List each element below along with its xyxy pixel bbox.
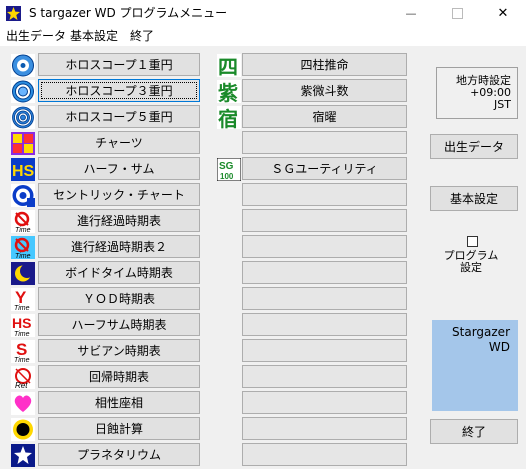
yod-time-icon: Y Time [11, 288, 35, 311]
svg-text:四: 四 [218, 55, 238, 77]
svg-text:Time: Time [14, 331, 30, 337]
left-button-15[interactable]: プラネタリウム [38, 443, 200, 466]
timezone-display: 地方時設定 +09:00 JST [436, 67, 518, 119]
right-empty-button-3[interactable] [242, 131, 407, 154]
horoscope-triple-wheel-icon [11, 80, 35, 103]
left-button-7[interactable]: 進行経過時期表２ [38, 235, 200, 258]
menu-settings[interactable]: 基本設定 [70, 28, 118, 44]
right-empty-button-15[interactable] [242, 443, 407, 466]
brand-panel: Stargazer WD [432, 320, 518, 411]
title-bar: S targazer WD プログラムメニュー — ✕ [0, 0, 526, 27]
right-button-1[interactable]: 紫微斗数 [242, 79, 407, 102]
right-empty-button-5[interactable] [242, 183, 407, 206]
menu-birth-data[interactable]: 出生データ [6, 28, 66, 44]
ziwei-icon: 紫 [217, 80, 241, 103]
maximize-icon [451, 8, 463, 19]
right-empty-button-11[interactable] [242, 339, 407, 362]
svg-text:HS: HS [12, 163, 35, 180]
right-empty-button-7[interactable] [242, 235, 407, 258]
compatibility-heart-icon [11, 392, 35, 415]
svg-text:SG: SG [219, 161, 234, 172]
left-button-14[interactable]: 日蝕計算 [38, 417, 200, 440]
timezone-code: JST [494, 98, 511, 111]
right-empty-button-8[interactable] [242, 261, 407, 284]
right-empty-button-14[interactable] [242, 417, 407, 440]
left-button-13[interactable]: 相性座相 [38, 391, 200, 414]
sg-utility-icon: SG 100 [217, 158, 241, 181]
brand-name: Stargazer [452, 325, 510, 339]
eclipse-icon [11, 418, 35, 441]
right-button-2[interactable]: 宿曜 [242, 105, 407, 128]
left-button-5[interactable]: セントリック・チャート [38, 183, 200, 206]
svg-text:Time: Time [15, 253, 31, 259]
right-empty-button-10[interactable] [242, 313, 407, 336]
svg-text:Time: Time [14, 305, 30, 311]
svg-text:Time: Time [15, 227, 31, 233]
charts-icon [11, 132, 35, 155]
left-button-3[interactable]: チャーツ [38, 131, 200, 154]
svg-text:HS: HS [12, 315, 31, 331]
left-button-1[interactable]: ホロスコープ３重円 [38, 79, 200, 102]
exit-button[interactable]: 終了 [430, 419, 518, 444]
left-button-0[interactable]: ホロスコープ１重円 [38, 53, 200, 76]
sukuyo-icon: 宿 [217, 106, 241, 129]
planetarium-icon [11, 444, 35, 467]
maximize-button[interactable] [434, 0, 480, 27]
brand-suffix: WD [488, 340, 510, 354]
right-empty-button-12[interactable] [242, 365, 407, 388]
right-empty-button-9[interactable] [242, 287, 407, 310]
right-empty-button-13[interactable] [242, 391, 407, 414]
minimize-button[interactable]: — [388, 0, 434, 27]
progression-timetable-icon: Time [11, 210, 35, 233]
menu-bar: 出生データ 基本設定 終了 [0, 27, 526, 46]
settings-button[interactable]: 基本設定 [430, 186, 518, 211]
svg-text:Time: Time [14, 357, 30, 363]
horoscope-five-wheel-icon [11, 106, 35, 129]
left-button-11[interactable]: サビアン時期表 [38, 339, 200, 362]
right-button-0[interactable]: 四柱推命 [242, 53, 407, 76]
program-settings-checkbox[interactable] [467, 236, 478, 247]
app-icon [6, 6, 21, 21]
close-button[interactable]: ✕ [480, 0, 526, 27]
left-button-6[interactable]: 進行経過時期表 [38, 209, 200, 232]
right-empty-button-6[interactable] [242, 209, 407, 232]
right-button-4[interactable]: ＳＧユーティリティ [242, 157, 407, 180]
left-button-2[interactable]: ホロスコープ５重円 [38, 105, 200, 128]
sabian-time-icon: S Time [11, 340, 35, 363]
window-title: S targazer WD プログラムメニュー [29, 6, 228, 20]
menu-exit[interactable]: 終了 [130, 28, 154, 44]
half-sum-time-icon: HS Time [11, 314, 35, 337]
birth-data-button[interactable]: 出生データ [430, 134, 518, 159]
left-button-8[interactable]: ボイドタイム時期表 [38, 261, 200, 284]
four-pillars-icon: 四 [217, 54, 241, 77]
void-time-icon [11, 262, 35, 285]
horoscope-single-wheel-icon [11, 54, 35, 77]
svg-text:宿: 宿 [218, 107, 238, 129]
progression-timetable-2-icon: Time [11, 236, 35, 259]
svg-text:Ret: Ret [15, 381, 28, 389]
centric-chart-icon [11, 184, 35, 207]
left-button-12[interactable]: 回帰時期表 [38, 365, 200, 388]
left-button-4[interactable]: ハーフ・サム [38, 157, 200, 180]
svg-text:100: 100 [220, 172, 234, 181]
left-button-10[interactable]: ハーフサム時期表 [38, 313, 200, 336]
svg-text:紫: 紫 [218, 81, 238, 103]
half-sum-icon: HS [11, 158, 35, 181]
left-button-9[interactable]: ＹＯＤ時期表 [38, 287, 200, 310]
program-settings-label: プログラム 設定 [443, 249, 499, 274]
return-time-icon: Ret [11, 366, 35, 389]
